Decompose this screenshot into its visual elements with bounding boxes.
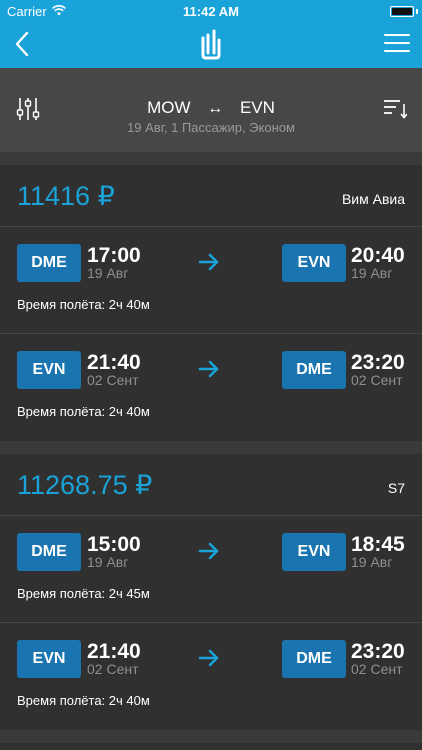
search-details: 19 Авг, 1 Пассажир, Эконом [127,120,295,135]
departure-date: 02 Сент [87,372,139,388]
flight-result-card[interactable]: 11268.75 ₽ S7 DME 15:00 19 Авг EVN 18:45… [0,454,422,730]
price: 11268.75 ₽ [17,470,153,500]
arrival-date: 02 Сент [351,661,403,677]
departure-date: 19 Авг [87,554,129,570]
back-icon[interactable] [10,30,36,58]
menu-icon[interactable] [384,34,410,54]
battery-tip [416,9,418,14]
flight-result-card[interactable]: 11416 ₽ Вим Авиа DME 17:00 19 Авг EVN 20… [0,165,422,441]
departure-date: 02 Сент [87,661,139,677]
arrow-right-icon [198,542,219,560]
arrival-airport-badge: EVN [282,533,346,571]
arrival-date: 19 Авг [351,554,393,570]
top-bar: Carrier 11:42 AM [0,0,422,68]
arrow-right-icon [198,253,219,271]
departure-airport-badge: DME [17,244,81,282]
arrival-airport-badge: DME [282,640,346,678]
departure-date: 19 Авг [87,265,129,281]
departure-airport-badge: EVN [17,640,81,678]
destination-code: EVN [239,98,275,117]
airline-name: Вим Авиа [341,191,405,207]
arrival-date: 02 Сент [351,372,403,388]
clock: 11:42 AM [183,4,239,19]
status-bar: Carrier 11:42 AM [0,0,422,22]
flight-leg-outbound: DME 15:00 19 Авг EVN 18:45 19 Авг Время … [0,516,422,623]
flight-leg-return: EVN 21:40 02 Сент DME 23:20 02 Сент Врем… [0,623,422,730]
battery-icon [390,6,414,17]
departure-airport-badge: EVN [17,351,81,389]
card-header: 11268.75 ₽ S7 [0,454,422,516]
arrow-right-icon [198,360,219,378]
sort-icon[interactable] [383,98,407,120]
screen: Carrier 11:42 AM MOW ↔ EVN 19 Авг, 1 Пас… [0,0,422,750]
app-logo-icon [201,29,221,60]
arrival-airport-badge: DME [282,351,346,389]
origin-code: MOW [147,98,191,117]
results-list: 11416 ₽ Вим Авиа DME 17:00 19 Авг EVN 20… [0,152,422,750]
flight-duration: Время полёта: 2ч 40м [17,693,150,708]
price: 11416 ₽ [17,181,115,211]
flight-duration: Время полёта: 2ч 40м [17,297,150,312]
flight-leg-return: EVN 21:40 02 Сент DME 23:20 02 Сент Врем… [0,334,422,441]
flight-duration: Время полёта: 2ч 40м [17,404,150,419]
flight-duration: Время полёта: 2ч 45м [17,586,150,601]
card-header: 11416 ₽ Вим Авиа [0,165,422,227]
search-summary[interactable]: MOW ↔ EVN 19 Авг, 1 Пассажир, Эконом [0,68,422,152]
flight-result-card-next[interactable] [0,743,422,750]
flight-leg-outbound: DME 17:00 19 Авг EVN 20:40 19 Авг Время … [0,227,422,334]
arrow-right-icon [198,649,219,667]
route: MOW ↔ EVN [0,98,422,118]
arrival-date: 19 Авг [351,265,393,281]
departure-airport-badge: DME [17,533,81,571]
airline-name: S7 [387,480,405,496]
arrival-airport-badge: EVN [282,244,346,282]
round-trip-arrow: ↔ [207,100,224,117]
